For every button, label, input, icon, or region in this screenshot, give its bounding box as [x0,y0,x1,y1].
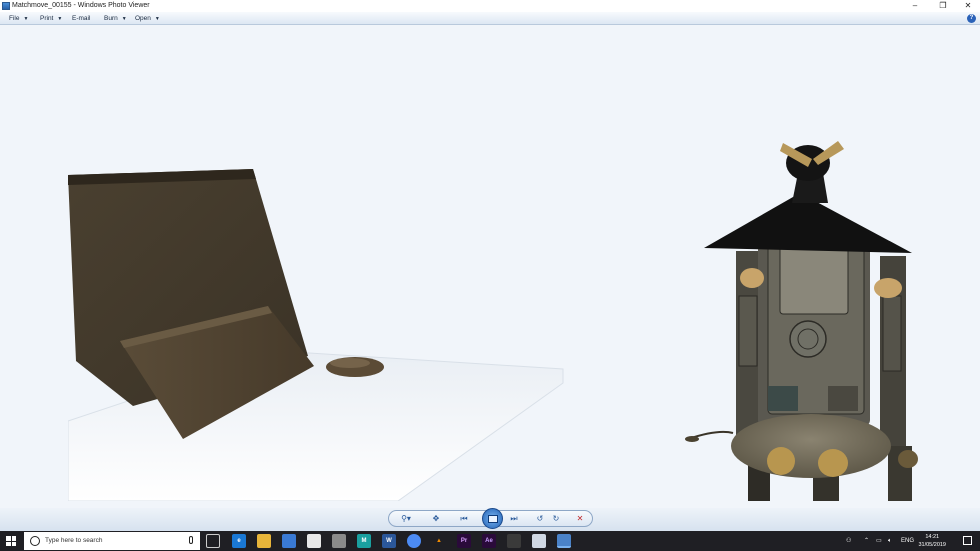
task-view-icon[interactable] [206,534,220,548]
menu-bar: File ▼ Print ▼ E-mail Burn ▼ Open ▼ ? [0,12,980,25]
language-indicator[interactable]: ENG [901,535,914,547]
rotate-right-icon[interactable]: ↻ [549,513,563,525]
close-button[interactable]: ✕ [956,0,980,12]
photo-viewer-app-icon [2,2,10,10]
clock-time: 14:21 [925,534,940,540]
clock-date: 31/05/2019 [918,542,946,548]
menu-open[interactable]: Open ▼ [135,15,160,23]
network-icon[interactable]: ▭ [876,535,882,547]
rotate-left-icon[interactable]: ↺ [533,513,547,525]
maximize-button[interactable]: ❐ [931,0,955,12]
chevron-up-icon[interactable]: ⌃ [864,535,869,547]
app-icon[interactable] [332,534,346,548]
maya-icon[interactable]: M [357,534,371,548]
menu-burn[interactable]: Burn ▼ [104,15,127,23]
slideshow-icon[interactable] [482,508,503,529]
store-icon[interactable] [282,534,296,548]
search-placeholder: Type here to search [45,537,103,544]
cortana-icon [30,536,40,546]
menu-email-label: E-mail [72,15,91,22]
people-icon[interactable]: ⚇ [846,535,851,547]
photos-icon[interactable] [507,534,521,548]
menu-file[interactable]: File ▼ [9,15,28,23]
image-viewport[interactable] [0,26,980,508]
photo-viewer-window: Matchmove_00155 - Windows Photo Viewer –… [0,0,980,531]
menu-email[interactable]: E-mail [72,15,90,23]
menu-burn-label: Burn [104,15,118,22]
menu-print[interactable]: Print ▼ [40,15,62,23]
photo-viewer-taskbar-icon[interactable] [557,534,571,548]
zoom-icon[interactable]: ⚲▾ [399,513,413,525]
cushion [731,414,891,478]
taskbar-search-box[interactable]: Type here to search [24,532,200,550]
windows-taskbar: Type here to search e M W ▲ Pr Ae ⚇ ⌃ ▭ … [0,531,980,551]
menu-file-label: File [9,15,20,22]
volume-icon[interactable]: 🔈︎ [888,535,892,547]
premiere-icon[interactable]: Pr [457,534,471,548]
menu-print-label: Print [40,15,54,22]
delete-icon[interactable]: ✕ [573,513,587,525]
title-bar: Matchmove_00155 - Windows Photo Viewer –… [0,0,980,12]
after-effects-icon[interactable]: Ae [482,534,496,548]
microphone-icon[interactable] [189,536,193,544]
vlc-icon[interactable]: ▲ [432,534,446,548]
viewer-controls: ⚲▾ ✥ ⏮ ⏭ ↺ ↻ ✕ [388,508,593,529]
notification-icon[interactable] [963,536,972,545]
word-icon[interactable]: W [382,534,396,548]
start-button[interactable] [6,536,16,546]
chevron-down-icon: ▼ [57,16,63,22]
actual-size-icon[interactable]: ✥ [429,513,443,525]
previous-icon[interactable]: ⏮ [457,513,471,525]
paint-icon[interactable] [532,534,546,548]
slideshow-screen-icon [488,515,498,523]
mail-icon[interactable] [307,534,321,548]
next-icon[interactable]: ⏭ [507,513,521,525]
rendered-scene-image [68,141,918,501]
chevron-down-icon: ▼ [121,16,127,22]
window-title: Matchmove_00155 - Windows Photo Viewer [12,2,150,9]
edge-icon[interactable]: e [232,534,246,548]
chevron-down-icon: ▼ [23,16,29,22]
help-icon[interactable]: ? [967,14,976,23]
viewer-control-bar: ⚲▾ ✥ ⏮ ⏭ ↺ ↻ ✕ [0,508,980,531]
robot-figure [685,141,918,501]
chrome-icon[interactable] [407,534,421,548]
menu-open-label: Open [135,15,151,22]
minimize-button[interactable]: – [903,0,927,12]
file-explorer-icon[interactable] [257,534,271,548]
chevron-down-icon: ▼ [154,16,160,22]
taskbar-clock[interactable]: 14:21 31/05/2019 [918,533,946,549]
